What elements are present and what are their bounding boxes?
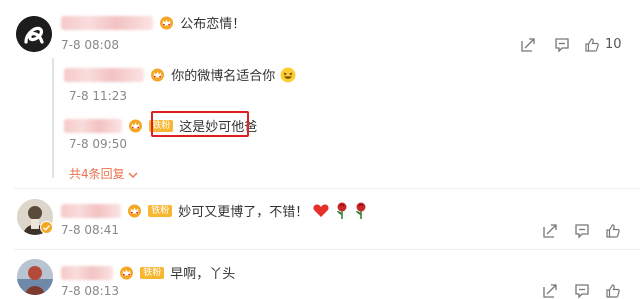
like-icon[interactable] [605,223,621,239]
comment-1-line: 公布恋情！ [61,12,245,32]
comment-icon[interactable] [554,37,570,53]
like-icon[interactable] [584,37,600,53]
fan-badge: 铁粉 [140,266,165,279]
avatar[interactable] [16,16,52,52]
username-blurred[interactable] [61,203,121,218]
like-count: 10 [605,37,622,52]
reply-1-line: 你的微博名适合你 [64,64,296,84]
reply-thread-bar [52,58,54,178]
reply-time: 7-8 09:50 [69,137,127,151]
avatar-logo-icon [16,16,52,52]
crown-badge-icon [119,266,134,280]
comment-text: 早啊，丫头 [170,267,236,282]
divider [14,249,640,250]
expand-chevron-icon [128,172,138,178]
comment-2-line: 铁粉 妙可又更博了，不错！ [61,200,368,220]
comment-3-line: 铁粉 早啊，丫头 [61,262,235,282]
highlight-box [151,111,249,137]
expand-label: 共4条回复 [69,167,125,181]
reply-text: 你的微博名适合你 [171,69,276,84]
crown-badge-icon [150,68,165,82]
comment-text: 公布恋情！ [180,17,246,32]
username-blurred[interactable] [64,118,122,133]
like-icon[interactable] [605,283,621,299]
verified-badge-icon [40,221,53,234]
username-blurred[interactable] [61,265,113,280]
share-icon[interactable] [542,283,558,299]
crown-badge-icon [159,16,174,30]
rose-emoji-icon [336,202,346,219]
comment-time: 7-8 08:08 [61,38,119,52]
avatar-photo-icon [17,259,53,295]
crown-badge-icon [127,204,142,218]
username-blurred[interactable] [64,67,144,82]
comment-time: 7-8 08:41 [61,223,119,237]
laughing-emoji-icon [280,67,296,82]
comment-icon[interactable] [574,283,590,299]
rose-emoji-icon [355,202,366,219]
username-blurred[interactable] [61,15,153,30]
heart-emoji-icon [313,204,329,217]
reply-time: 7-8 11:23 [69,89,127,103]
comment-text: 妙可又更博了，不错！ [178,205,309,220]
crown-badge-icon [128,119,143,133]
divider [14,188,640,189]
share-icon[interactable] [520,37,536,53]
avatar[interactable] [17,259,53,295]
comment-time: 7-8 08:13 [61,284,119,298]
fan-badge: 铁粉 [148,204,173,217]
share-icon[interactable] [542,223,558,239]
expand-replies-link[interactable]: 共4条回复 [69,165,138,182]
comment-icon[interactable] [574,223,590,239]
